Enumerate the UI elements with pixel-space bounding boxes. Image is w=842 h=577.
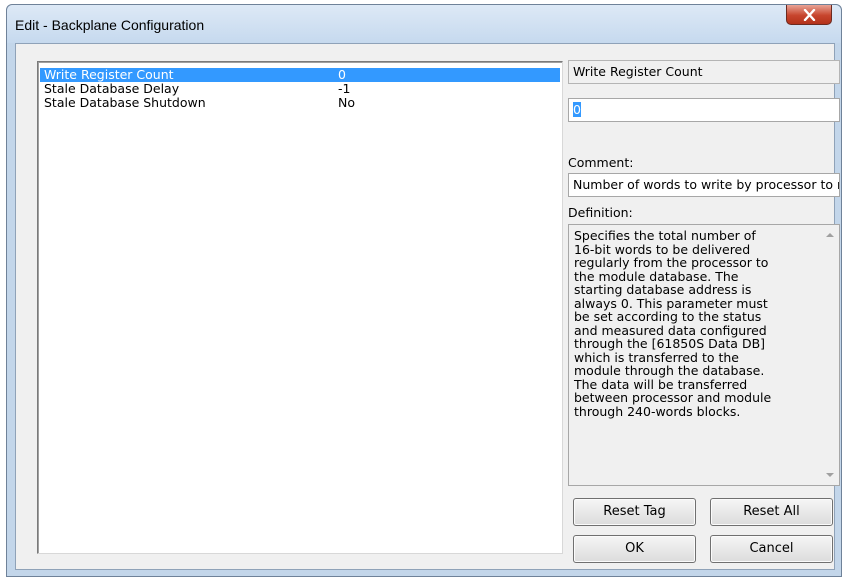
definition-label: Definition: <box>568 205 633 220</box>
reset-tag-button[interactable]: Reset Tag <box>573 498 696 526</box>
list-item-stale-database-delay[interactable]: Stale Database Delay -1 <box>40 82 560 96</box>
list-item-value: 0 <box>338 67 346 82</box>
parameter-list[interactable]: Write Register Count 0 Stale Database De… <box>37 61 563 554</box>
comment-input-text: Number of words to write by processor to… <box>573 177 839 192</box>
title-bar[interactable]: Edit - Backplane Configuration <box>7 5 841 43</box>
comment-label: Comment: <box>568 155 634 170</box>
list-item-name: Write Register Count <box>44 67 174 82</box>
cancel-button[interactable]: Cancel <box>710 535 833 563</box>
definition-text: Specifies the total number of 16-bit wor… <box>574 228 772 419</box>
dialog-window: Edit - Backplane Configuration Write Reg… <box>6 4 842 577</box>
close-button[interactable] <box>786 5 832 25</box>
reset-all-button[interactable]: Reset All <box>710 498 833 526</box>
value-input[interactable]: 0 <box>568 98 840 122</box>
definition-textarea[interactable]: Specifies the total number of 16-bit wor… <box>568 224 840 486</box>
comment-input[interactable]: Number of words to write by processor to… <box>568 173 840 197</box>
value-input-text: 0 <box>573 102 581 117</box>
parameter-name-field: Write Register Count <box>568 60 840 84</box>
parameter-name-text: Write Register Count <box>573 64 703 79</box>
dialog-client-area: Write Register Count 0 Stale Database De… <box>15 43 840 570</box>
list-item-stale-database-shutdown[interactable]: Stale Database Shutdown No <box>40 96 560 110</box>
ok-button[interactable]: OK <box>573 535 696 563</box>
list-item-name: Stale Database Delay <box>44 81 180 96</box>
close-icon <box>803 9 816 21</box>
scroll-down-arrow-icon[interactable] <box>826 473 834 477</box>
window-title: Edit - Backplane Configuration <box>15 17 205 33</box>
scroll-up-arrow-icon[interactable] <box>826 233 834 237</box>
list-item-write-register-count[interactable]: Write Register Count 0 <box>40 68 560 82</box>
list-item-value: No <box>338 95 355 110</box>
list-item-value: -1 <box>338 81 351 96</box>
definition-scrollbar[interactable] <box>821 225 839 485</box>
list-item-name: Stale Database Shutdown <box>44 95 206 110</box>
